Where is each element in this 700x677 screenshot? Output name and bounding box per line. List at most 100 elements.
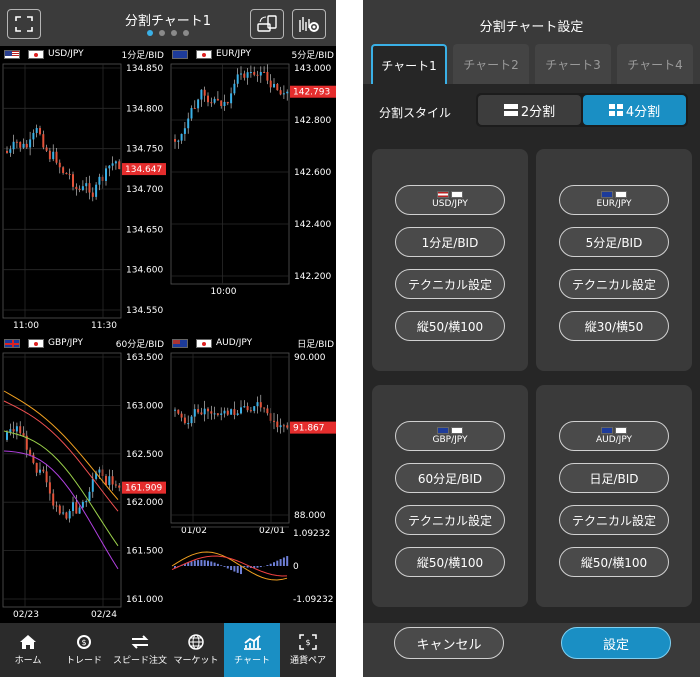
split-4-button[interactable]: 4分割 <box>583 95 686 125</box>
technical-settings-button[interactable]: テクニカル設定 <box>395 269 505 299</box>
nav-trade[interactable]: $ トレード <box>56 623 112 677</box>
tab-chart3[interactable]: チャート3 <box>535 44 611 84</box>
x-tick-label: 02/24 <box>91 610 117 619</box>
macd-bar <box>259 566 262 568</box>
candle <box>187 118 190 129</box>
candle <box>78 188 81 191</box>
candle <box>216 413 219 415</box>
technical-settings-button[interactable]: テクニカル設定 <box>559 505 669 535</box>
pair-select-button[interactable]: USD/JPY <box>395 185 505 215</box>
size-button[interactable]: 縦50/横100 <box>395 311 505 341</box>
tab-chart4[interactable]: チャート4 <box>617 44 693 84</box>
candle <box>200 412 203 415</box>
jp-flag-icon <box>615 427 627 434</box>
us-jp-flag-icon <box>4 49 20 59</box>
audjpy-chart[interactable]: 90.000 88.000 91.867 01/02 02/01 1.09232 0 -1.0… <box>168 351 336 619</box>
timeframe-button[interactable]: 5分足/BID <box>559 227 669 257</box>
tab-chart1[interactable]: チャート1 <box>371 44 447 84</box>
chart-settings-button[interactable] <box>292 9 326 39</box>
macd-bar <box>273 562 275 566</box>
chart-header-gbpjpy[interactable]: GBP/JPY 60分足/BID <box>0 335 166 351</box>
page-dot[interactable] <box>183 30 189 36</box>
candle <box>65 172 68 175</box>
size-button[interactable]: 縦50/横100 <box>395 547 505 577</box>
candle <box>276 421 279 428</box>
eurjpy-chart[interactable]: 143.000 142.800 142.600 142.400 142.200 142.7… <box>168 62 336 330</box>
candle <box>6 432 8 440</box>
nav-market[interactable]: マーケット <box>168 623 224 677</box>
candle <box>68 174 71 176</box>
timeframe-button[interactable]: 60分足/BID <box>395 463 505 493</box>
candle <box>29 449 32 455</box>
candle <box>45 471 48 483</box>
pair-select-button[interactable]: AUD/JPY <box>559 421 669 451</box>
technical-settings-button[interactable]: テクニカル設定 <box>559 269 669 299</box>
chart-header-usdjpy[interactable]: USD/JPY 1分足/BID <box>0 46 166 62</box>
us-flag-icon <box>437 191 449 198</box>
y-tick-label: 90.000 <box>294 353 326 363</box>
nav-currency-pair[interactable]: $ 通貨ペア <box>280 623 336 677</box>
x-tick-label: 01/02 <box>181 526 207 536</box>
macd-bar <box>243 566 246 567</box>
candle <box>207 95 209 103</box>
pair-select-button[interactable]: EUR/JPY <box>559 185 669 215</box>
jp-flag-icon <box>28 338 44 348</box>
candle <box>58 505 61 514</box>
pair-label: AUD/JPY <box>595 435 633 445</box>
nav-speed-order[interactable]: スピード注文 <box>112 623 168 677</box>
speed-order-icon <box>131 635 149 649</box>
macd-bar <box>226 566 229 569</box>
chart-header-audjpy[interactable]: AUD/JPY 日足/BID <box>168 335 336 351</box>
timeframe-button[interactable]: 日足/BID <box>559 463 669 493</box>
y-tick-label: 163.000 <box>126 401 163 411</box>
page-dot[interactable] <box>147 30 153 36</box>
candle <box>246 406 249 411</box>
technical-settings-button[interactable]: テクニカル設定 <box>395 505 505 535</box>
x-tick-label: 11:30 <box>91 321 117 330</box>
candle <box>276 83 279 91</box>
rotate-device-icon <box>257 15 277 32</box>
candle <box>200 89 203 100</box>
macd-bar <box>203 560 206 566</box>
candle <box>15 141 18 143</box>
chart-header-eurjpy[interactable]: EUR/JPY 5分足/BID <box>168 46 336 62</box>
candle <box>177 409 180 414</box>
nav-chart[interactable]: チャート <box>224 623 280 677</box>
gb-flag-icon <box>437 427 449 434</box>
candle <box>48 150 51 160</box>
candle <box>273 420 275 422</box>
timeframe-button[interactable]: 1分足/BID <box>395 227 505 257</box>
chart-symbol: USD/JPY <box>48 49 84 59</box>
candle <box>233 83 236 94</box>
page-dot[interactable] <box>171 30 177 36</box>
candle <box>282 425 285 427</box>
size-button[interactable]: 縦50/横100 <box>559 547 669 577</box>
candle <box>105 168 107 181</box>
pair-label: GBP/JPY <box>432 435 468 445</box>
candle <box>213 98 216 103</box>
candle <box>286 425 289 428</box>
candle <box>55 505 58 507</box>
candle <box>68 511 71 519</box>
confirm-button[interactable]: 設定 <box>561 627 671 659</box>
candle <box>180 413 183 418</box>
candle <box>62 167 65 173</box>
tab-chart2[interactable]: チャート2 <box>453 44 529 84</box>
nav-home[interactable]: ホーム <box>0 623 56 677</box>
y-tick-label: 134.650 <box>126 225 163 235</box>
macd-bar <box>279 559 282 566</box>
rotate-screen-button[interactable] <box>250 9 284 39</box>
jp-flag-icon <box>615 191 627 198</box>
pair-select-button[interactable]: GBP/JPY <box>395 421 505 451</box>
macd-bar <box>213 562 216 566</box>
candle <box>72 502 74 512</box>
cancel-button[interactable]: キャンセル <box>394 627 504 659</box>
moving-average-line <box>3 400 119 512</box>
gbpjpy-chart[interactable]: 163.500 163.000 162.500 162.000 161.500 161.0… <box>0 351 166 619</box>
split-2-button[interactable]: 2分割 <box>478 95 581 125</box>
page-dot[interactable] <box>159 30 165 36</box>
candle <box>223 410 226 414</box>
size-button[interactable]: 縦30/横50 <box>559 311 669 341</box>
usdjpy-chart[interactable]: 134.850 134.800 134.750 134.700 134.650 134.6… <box>0 62 166 330</box>
macd-bar <box>230 566 233 571</box>
